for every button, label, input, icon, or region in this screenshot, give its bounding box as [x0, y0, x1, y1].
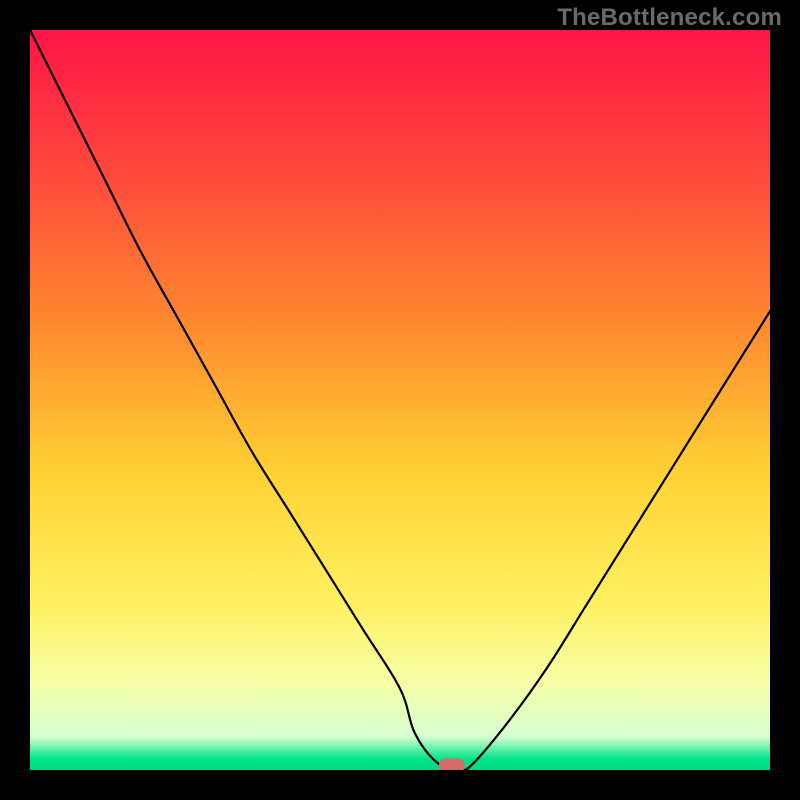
plot-background	[30, 30, 770, 770]
chart-frame: TheBottleneck.com	[0, 0, 800, 800]
bottleneck-chart	[30, 30, 770, 770]
optimal-marker	[439, 759, 465, 770]
watermark-label: TheBottleneck.com	[557, 4, 782, 32]
